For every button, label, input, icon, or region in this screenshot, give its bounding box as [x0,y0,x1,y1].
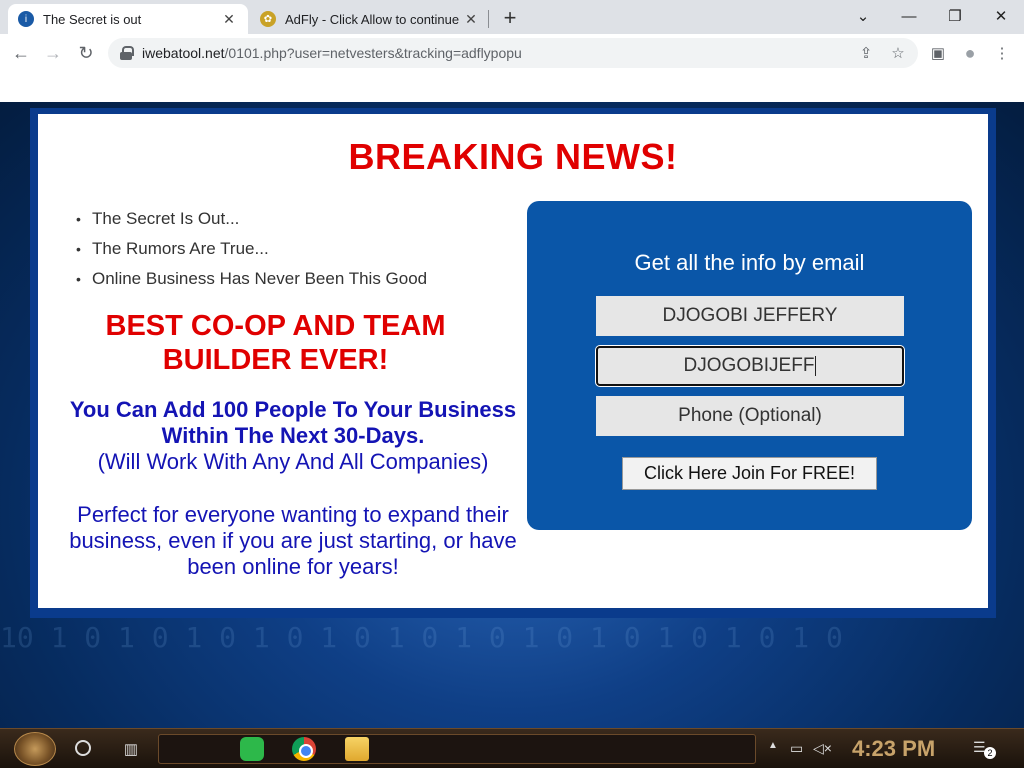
adfly-icon: ✿ [260,11,276,27]
share-icon[interactable]: ⇪ [856,43,876,63]
window-close-icon[interactable]: ✕ [978,3,1024,29]
email-field[interactable]: DJOGOBIJEFF [596,346,904,386]
url-path: /0101.php?user=netvesters&tracking=adfly… [224,45,522,61]
bullet-item: The Rumors Are True... [76,239,427,269]
bullet-list: The Secret Is Out... The Rumors Are True… [76,209,427,299]
taskbar-clock[interactable]: 4:23 PM [852,736,935,762]
tab-title: AdFly - Click Allow to continue [285,11,460,27]
bullet-item: The Secret Is Out... [76,209,427,239]
page-headline: BREAKING NEWS! [348,136,678,177]
chrome-app-icon[interactable] [292,737,316,761]
browser-toolbar: ← → ↻ iwebatool.net/0101.php?user=netves… [0,34,1024,72]
task-view-icon[interactable]: ▥ [121,740,141,758]
browser-menu-icon[interactable]: ⋮ [992,43,1012,63]
tab-close-icon[interactable]: ✕ [462,10,480,28]
tab-strip: i The Secret is out ✕ ✿ AdFly - Click Al… [0,0,1024,34]
restore-icon[interactable]: ❐ [932,3,978,29]
profile-icon[interactable]: ● [960,43,980,63]
signup-form: Get all the info by email DJOGOBI JEFFER… [527,201,972,530]
phone-field-placeholder: Phone (Optional) [678,405,822,426]
address-bar[interactable]: iwebatool.net/0101.php?user=netvesters&t… [108,38,918,68]
info-icon: i [18,11,34,27]
back-icon[interactable]: ← [8,40,34,66]
tab-close-icon[interactable]: ✕ [220,10,238,28]
email-field-value: DJOGOBIJEFF [683,355,815,376]
name-field-value: DJOGOBI JEFFERY [662,305,838,326]
tab-the-secret-is-out[interactable]: i The Secret is out ✕ [8,4,248,34]
volume-muted-icon[interactable]: ◁× [813,740,832,757]
reload-icon[interactable]: ↻ [73,40,99,66]
promo-bold-line: You Can Add 100 People To Your Business … [69,397,517,448]
page-top-strip [0,72,1024,102]
promo-body: Perfect for everyone wanting to expand t… [69,502,517,579]
lock-icon[interactable] [120,46,134,60]
background-digits: 10 1 0 1 0 1 0 1 0 1 0 1 0 1 0 1 0 1 0 1… [0,622,843,654]
bullet-item: Online Business Has Never Been This Good [76,269,427,299]
network-icon[interactable]: ▭ [790,740,803,757]
taskbar: ▥ ▲ ▭ ◁× 4:23 PM ☰ 2 [0,728,1024,768]
web-page: 10 1 0 1 0 1 0 1 0 1 0 1 0 1 0 1 0 1 0 1… [0,72,1024,728]
promo-title: BEST CO-OP AND TEAM BUILDER EVER! [105,310,446,376]
notes-app-icon[interactable] [240,737,264,761]
notification-icon[interactable]: ☰ 2 [973,739,996,759]
search-circle-icon[interactable] [75,740,91,756]
bookmark-star-icon[interactable]: ☆ [888,43,908,63]
side-panel-icon[interactable]: ▣ [928,43,948,63]
form-title: Get all the info by email [634,250,865,275]
forward-icon[interactable]: → [40,40,66,66]
start-button-icon[interactable] [14,732,56,766]
url-host: iwebatool.net [142,45,225,61]
overflow-arrow-icon[interactable]: ▲ [768,740,778,751]
tab-search-chevron-icon[interactable]: ⌄ [840,3,886,29]
phone-field[interactable]: Phone (Optional) [596,396,904,436]
tab-separator [488,10,489,28]
tab-title: The Secret is out [43,11,142,27]
file-explorer-icon[interactable] [345,737,369,761]
new-tab-icon[interactable]: + [498,5,522,30]
content-card: BREAKING NEWS! The Secret Is Out... The … [38,114,988,608]
name-field[interactable]: DJOGOBI JEFFERY [596,296,904,336]
minimize-icon[interactable]: — [886,3,932,29]
promo-text: You Can Add 100 People To Your Business … [58,397,528,580]
promo-paren-line: (Will Work With Any And All Companies) [97,449,489,474]
join-free-button[interactable]: Click Here Join For FREE! [622,457,877,490]
text-caret [815,356,817,376]
notification-count: 2 [984,747,996,759]
tab-adfly[interactable]: ✿ AdFly - Click Allow to continue ✕ [250,4,490,34]
